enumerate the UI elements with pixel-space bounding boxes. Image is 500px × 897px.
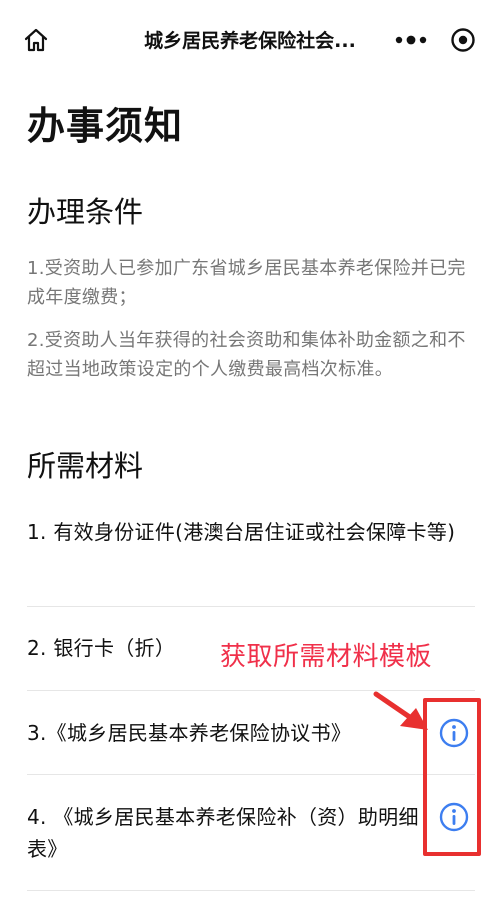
divider [27,606,475,607]
page-title: 办事须知 [27,104,184,148]
divider [27,774,475,775]
conditions-section-title: 办理条件 [27,195,144,229]
home-icon[interactable] [22,26,50,54]
condition-item-2: 2.受资助人当年获得的社会资助和集体补助金额之和不超过当地政策设定的个人缴费最高… [27,330,466,380]
divider [27,890,475,891]
more-dots-icon[interactable] [390,29,432,51]
mini-program-close-icon[interactable] [450,27,476,53]
annotation-arrow-icon [373,691,428,730]
nav-title: 城乡居民养老保险社会... [144,30,356,52]
condition-item-1: 1.受资助人已参加广东省城乡居民基本养老保险并已完成年度缴费； [27,258,466,308]
material-item-3: 3.《城乡居民基本养老保险协议书》 [27,721,352,745]
navigation-bar: 城乡居民养老保险社会... [0,0,500,80]
material-item-4: 4. 《城乡居民基本养老保险补（资）助明细表》 [27,805,419,861]
material-item-1: 1. 有效身份证件(港澳台居住证或社会保障卡等) [27,520,456,544]
materials-section-title: 所需材料 [27,449,144,483]
annotation-label: 获取所需材料模板 [220,642,433,672]
